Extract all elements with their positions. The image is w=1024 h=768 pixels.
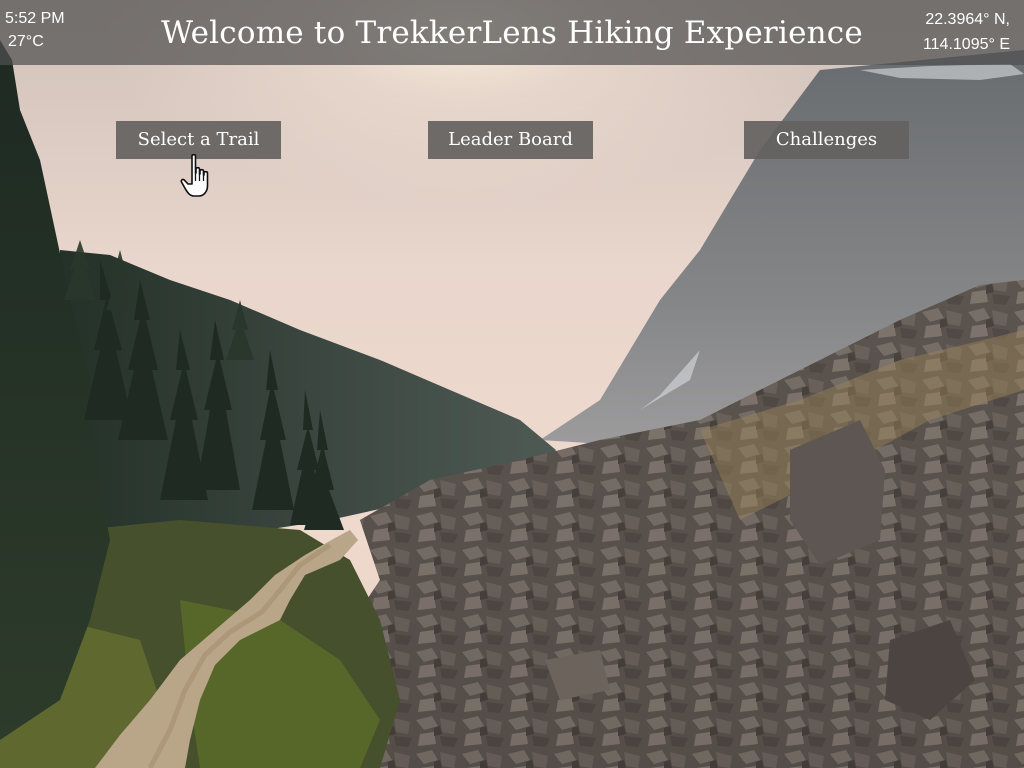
- latitude: 22.3964° N,: [925, 11, 1010, 28]
- top-bar: 5:52 PM 27°C Welcome to TrekkerLens Hiki…: [0, 0, 1024, 65]
- longitude: 114.1095° E: [922, 36, 1010, 53]
- page-title: Welcome to TrekkerLens Hiking Experience: [161, 15, 863, 51]
- hand-pointer-icon: [180, 153, 209, 197]
- background-landscape: [0, 0, 1024, 768]
- challenges-button[interactable]: Challenges: [744, 121, 909, 159]
- gps-coordinates: 22.3964° N, 114.1095° E: [923, 7, 1010, 57]
- app-screen: 5:52 PM 27°C Welcome to TrekkerLens Hiki…: [0, 0, 1024, 768]
- leader-board-button[interactable]: Leader Board: [428, 121, 593, 159]
